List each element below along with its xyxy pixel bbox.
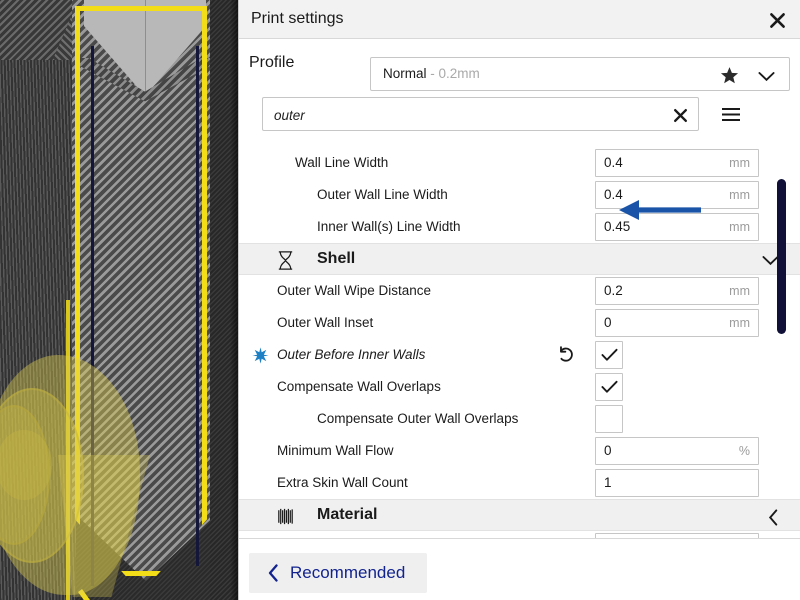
setting-row-outer-before-inner-walls[interactable]: Outer Before Inner Walls <box>239 339 800 371</box>
profile-label: Profile <box>249 54 295 71</box>
setting-unit: % <box>738 444 750 458</box>
setting-unit: mm <box>729 220 750 234</box>
chevron-down-icon[interactable] <box>758 69 775 87</box>
setting-unit: mm <box>729 156 750 170</box>
setting-row-outer-wall-wipe-distance[interactable]: Outer Wall Wipe Distance 0.2 mm <box>239 275 800 307</box>
material-spool-icon <box>275 506 296 532</box>
setting-unit: mm <box>729 316 750 330</box>
section-header-shell[interactable]: Shell <box>239 243 800 275</box>
setting-label: Extra Skin Wall Count <box>277 475 408 490</box>
revert-icon[interactable] <box>557 346 576 370</box>
setting-label: Inner Wall(s) Line Width <box>317 219 461 234</box>
profile-select[interactable]: Normal - 0.2mm <box>370 57 790 91</box>
setting-value: 0.4 <box>604 155 623 170</box>
setting-value: 1 <box>604 475 612 490</box>
setting-label: Compensate Outer Wall Overlaps <box>317 411 519 426</box>
recommended-button-label: Recommended <box>290 563 406 582</box>
panel-footer: Recommended <box>239 538 800 600</box>
star-icon <box>252 347 269 369</box>
setting-label: Outer Wall Inset <box>277 315 374 330</box>
shell-icon <box>275 250 296 276</box>
close-icon[interactable] <box>764 7 790 33</box>
setting-row-partial-below[interactable] <box>239 531 800 538</box>
setting-label: Compensate Wall Overlaps <box>277 379 441 394</box>
profile-row: Profile Normal - 0.2mm <box>239 40 800 91</box>
setting-value: 0.2 <box>604 283 623 298</box>
setting-row-wall-line-width[interactable]: Wall Line Width 0.4 mm <box>239 147 800 179</box>
setting-value-input[interactable]: 0 mm <box>595 309 759 337</box>
setting-label: Outer Wall Line Width <box>317 187 448 202</box>
setting-unit: mm <box>729 188 750 202</box>
setting-value-input[interactable]: 0 % <box>595 437 759 465</box>
chevron-left-icon <box>268 564 279 582</box>
scrollbar-thumb[interactable] <box>777 179 786 334</box>
setting-unit: mm <box>729 284 750 298</box>
page-title: Print settings <box>251 10 344 27</box>
setting-value-input[interactable]: 1 <box>595 469 759 497</box>
profile-selected-value: Normal - 0.2mm <box>383 66 480 81</box>
app-root: Print settings Profile Normal - 0.2mm ou… <box>0 0 800 600</box>
setting-value-input[interactable]: 0.4 mm <box>595 181 759 209</box>
hamburger-menu-icon[interactable] <box>718 102 744 126</box>
setting-row-compensate-wall-overlaps[interactable]: Compensate Wall Overlaps <box>239 371 800 403</box>
setting-row-inner-wall-line-width[interactable]: Inner Wall(s) Line Width 0.45 mm <box>239 211 800 243</box>
setting-label: Outer Wall Wipe Distance <box>277 283 432 298</box>
section-header-material[interactable]: Material <box>239 499 800 531</box>
section-title: Material <box>317 506 378 523</box>
panel-drop-shadow <box>230 0 238 600</box>
setting-value-input[interactable]: 0.2 mm <box>595 277 759 305</box>
setting-label: Minimum Wall Flow <box>277 443 394 458</box>
3d-print-preview-viewport[interactable] <box>0 0 238 600</box>
setting-label: Wall Line Width <box>295 155 389 170</box>
panel-titlebar: Print settings <box>239 0 800 39</box>
setting-value: 0 <box>604 315 612 330</box>
profile-value-name: Normal <box>383 66 427 81</box>
close-icon[interactable] <box>670 105 690 125</box>
setting-row-extra-skin-wall-count[interactable]: Extra Skin Wall Count 1 <box>239 467 800 499</box>
setting-value: 0.4 <box>604 187 623 202</box>
setting-checkbox[interactable] <box>595 405 623 433</box>
setting-row-outer-wall-line-width[interactable]: Outer Wall Line Width 0.4 mm <box>239 179 800 211</box>
search-box[interactable] <box>262 97 699 131</box>
settings-list[interactable]: Wall Line Width 0.4 mm Outer Wall Line W… <box>239 147 800 538</box>
setting-label: Outer Before Inner Walls <box>277 347 426 362</box>
setting-row-minimum-wall-flow[interactable]: Minimum Wall Flow 0 % <box>239 435 800 467</box>
print-settings-panel: Print settings Profile Normal - 0.2mm ou… <box>238 0 800 600</box>
settings-scrollbar[interactable] <box>773 147 793 538</box>
search-input[interactable] <box>274 105 654 125</box>
section-title: Shell <box>317 250 356 267</box>
setting-value: 0.45 <box>604 219 631 234</box>
star-icon[interactable] <box>720 66 739 90</box>
setting-value-input[interactable]: 0.45 mm <box>595 213 759 241</box>
setting-value: 0 <box>604 443 612 458</box>
setting-row-compensate-outer-wall-overlaps[interactable]: Compensate Outer Wall Overlaps <box>239 403 800 435</box>
profile-value-suffix: - 0.2mm <box>426 66 480 81</box>
setting-checkbox[interactable] <box>595 373 623 401</box>
settings-search-row <box>239 97 800 137</box>
setting-row-outer-wall-inset[interactable]: Outer Wall Inset 0 mm <box>239 307 800 339</box>
setting-checkbox[interactable] <box>595 341 623 369</box>
recommended-button[interactable]: Recommended <box>249 553 427 593</box>
setting-value-input[interactable]: 0.4 mm <box>595 149 759 177</box>
